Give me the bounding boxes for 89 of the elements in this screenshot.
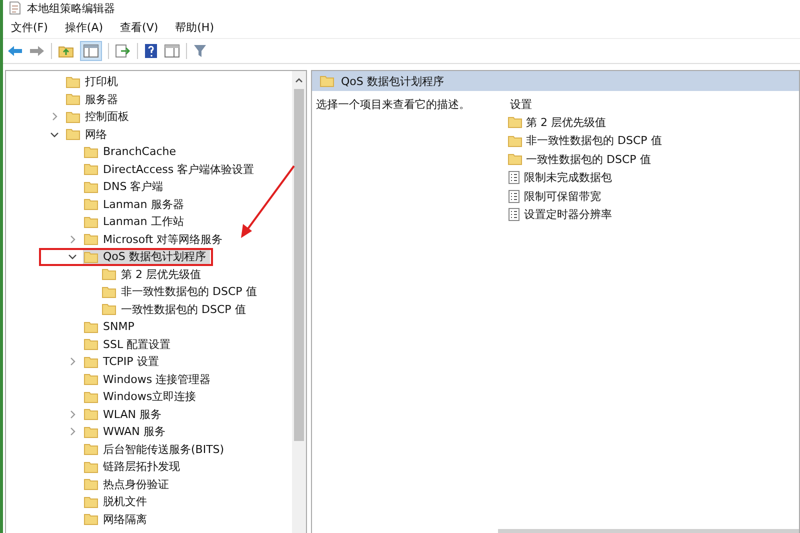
header-title: QoS 数据包计划程序 [341, 74, 444, 88]
folder-icon [66, 128, 80, 140]
help-icon[interactable] [144, 43, 158, 59]
setting-item[interactable]: 一致性数据包的 DSCP 值 [506, 150, 662, 168]
folder-icon [508, 116, 522, 128]
folder-icon [102, 268, 116, 280]
expand-chevron-icon[interactable] [50, 112, 59, 122]
tree-item[interactable]: 网络隔离 [83, 510, 151, 528]
tree-item[interactable]: 后台智能传送服务(BITS) [83, 440, 228, 458]
folder-icon [84, 390, 98, 403]
folder-icon [84, 513, 98, 526]
folder-icon [84, 373, 98, 386]
folder-icon [84, 180, 98, 193]
tree-item[interactable]: 打印机 [65, 73, 122, 90]
tree-item[interactable]: 非一致性数据包的 DSCP 值 [101, 283, 261, 300]
folder-icon [84, 320, 98, 333]
tree-item[interactable]: BranchCache [83, 144, 180, 160]
vertical-scrollbar[interactable] [292, 71, 306, 533]
folder-icon [508, 153, 522, 166]
tree-item[interactable]: 网络 [65, 126, 111, 143]
folder-icon [508, 134, 522, 147]
folder-icon [66, 93, 80, 106]
folder-icon [84, 338, 98, 350]
folder-icon [84, 443, 98, 456]
tree-item[interactable]: 服务器 [65, 90, 122, 108]
scroll-up-icon[interactable] [295, 77, 303, 83]
menu-item[interactable]: 帮助(H) [175, 20, 214, 34]
setting-page-icon [508, 208, 520, 222]
tree-item[interactable]: DirectAccess 客户端体验设置 [83, 160, 258, 178]
forward-arrow-icon[interactable] [29, 44, 45, 58]
folder-icon [84, 250, 98, 263]
folder-icon [84, 478, 98, 490]
folder-icon [84, 163, 98, 176]
setting-item[interactable]: 非一致性数据包的 DSCP 值 [506, 132, 662, 150]
setting-item[interactable]: 限制未完成数据包 [506, 168, 662, 187]
window-title: 本地组策略编辑器 [27, 0, 115, 16]
export-list-icon[interactable] [115, 44, 131, 58]
expand-chevron-icon[interactable] [68, 410, 77, 419]
tree-item[interactable]: 热点身份验证 [83, 476, 173, 493]
up-folder-icon[interactable] [58, 44, 74, 58]
menu-item[interactable]: 操作(A) [64, 20, 104, 34]
expand-chevron-icon[interactable] [68, 427, 77, 436]
tree-item[interactable]: WLAN 服务 [83, 406, 166, 423]
setting-item[interactable]: 设置定时器分辨率 [506, 206, 662, 224]
expand-chevron-icon[interactable] [68, 234, 77, 244]
tree-item[interactable]: SNMP [83, 319, 138, 334]
tree-item[interactable]: Lanman 工作站 [83, 213, 188, 230]
tree-item[interactable]: 脱机文件 [83, 493, 151, 510]
setting-page-icon [508, 171, 520, 184]
setting-item[interactable]: 限制可保留带宽 [506, 187, 662, 206]
tree-item[interactable]: 链路层拓扑发现 [83, 458, 184, 476]
folder-icon [102, 286, 116, 298]
properties-pane-icon[interactable] [164, 44, 180, 58]
tree-item[interactable]: TCPIP 设置 [83, 353, 163, 370]
tree-item[interactable]: 控制面板 [65, 108, 133, 126]
collapse-chevron-icon[interactable] [50, 130, 59, 139]
setting-page-icon [508, 190, 520, 203]
description-text: 选择一个项目来查看它的描述。 [315, 97, 471, 113]
tree-item[interactable]: DNS 客户端 [83, 178, 168, 196]
folder-icon [84, 146, 98, 158]
tree-item[interactable]: Windows立即连接 [83, 388, 200, 406]
folder-icon [84, 496, 98, 508]
tree-item[interactable]: Microsoft 对等网络服务 [83, 230, 227, 248]
folder-icon [84, 198, 98, 210]
folder-icon [84, 216, 98, 228]
folder-icon [84, 408, 98, 420]
tree-item[interactable]: 一致性数据包的 DSCP 值 [101, 300, 250, 318]
menu-item[interactable]: 查看(V) [120, 20, 158, 34]
column-header[interactable]: 设置 [506, 95, 662, 113]
tree-item[interactable]: SSL 配置设置 [83, 336, 175, 353]
tree-item[interactable]: 第 2 层优先级值 [101, 266, 205, 283]
collapse-chevron-icon[interactable] [68, 252, 77, 262]
back-arrow-icon[interactable] [7, 44, 23, 58]
folder-icon [66, 76, 80, 88]
folder-icon [84, 426, 98, 438]
folder-icon [102, 303, 116, 316]
folder-icon [84, 356, 98, 368]
tree-item[interactable]: Windows 连接管理器 [83, 370, 215, 388]
folder-icon [320, 75, 334, 87]
folder-icon [66, 110, 80, 123]
tree-item[interactable]: Lanman 服务器 [83, 196, 188, 213]
filter-icon[interactable] [193, 44, 207, 58]
tree-item[interactable]: WWAN 服务 [83, 423, 170, 440]
folder-icon [84, 233, 98, 246]
setting-item[interactable]: 第 2 层优先级值 [506, 113, 662, 132]
show-tree-button[interactable] [80, 41, 102, 61]
expand-chevron-icon[interactable] [68, 357, 77, 366]
folder-icon [84, 460, 98, 473]
menu-item[interactable]: 文件(F) [11, 20, 48, 34]
